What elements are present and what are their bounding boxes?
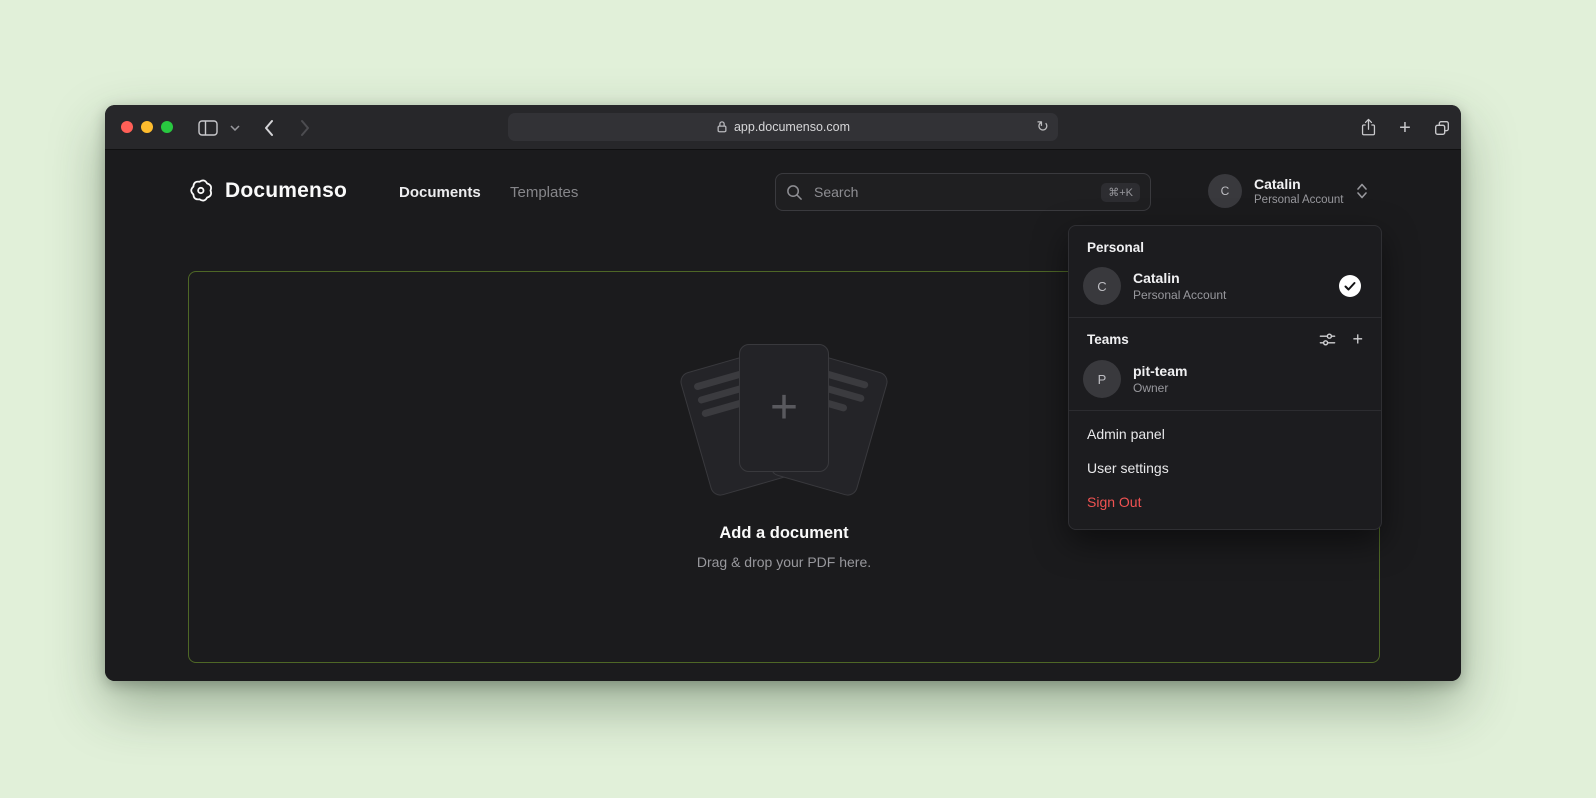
tab-overview-button[interactable] — [1428, 105, 1456, 150]
share-icon — [1360, 117, 1377, 138]
account-name: Catalin — [1254, 176, 1344, 193]
selected-check-icon — [1339, 275, 1361, 297]
plus-icon: + — [1352, 330, 1363, 348]
personal-account-item[interactable]: C Catalin Personal Account — [1069, 263, 1381, 317]
account-menu-button[interactable]: C Catalin Personal Account — [1208, 174, 1368, 208]
new-tab-button[interactable]: + — [1392, 105, 1418, 150]
document-card-center: + — [739, 344, 829, 472]
teams-section-label: Teams — [1087, 332, 1319, 347]
dropzone-content: + Add a document Drag & drop your PDF he… — [674, 338, 894, 570]
back-arrow-icon — [263, 119, 275, 137]
menu-item-admin-panel[interactable]: Admin panel — [1069, 417, 1381, 451]
documenso-app: Documenso Documents Templates ⌘+K C Cata… — [105, 150, 1461, 681]
sliders-icon — [1319, 331, 1336, 348]
browser-window: app.documenso.com ↻ + — [105, 105, 1461, 681]
avatar: C — [1208, 174, 1242, 208]
minimize-window-button[interactable] — [141, 121, 153, 133]
search-input[interactable] — [812, 183, 1092, 201]
chevron-down-icon — [230, 125, 240, 131]
dropdown-actions: Admin panel User settings Sign Out — [1069, 411, 1381, 523]
nav-item-documents[interactable]: Documents — [399, 184, 481, 201]
brand[interactable]: Documenso — [188, 177, 347, 204]
plus-icon: + — [1399, 118, 1411, 138]
lock-icon — [716, 120, 728, 134]
browser-toolbar: app.documenso.com ↻ + — [105, 105, 1461, 150]
documenso-logo-icon — [188, 177, 215, 204]
nav-item-templates[interactable]: Templates — [510, 184, 578, 201]
dropzone-subtitle: Drag & drop your PDF here. — [674, 554, 894, 570]
chevron-up-down-icon — [1356, 181, 1368, 201]
refresh-icon[interactable]: ↻ — [1036, 120, 1049, 135]
add-document-plus-icon: + — [770, 384, 798, 432]
zoom-window-button[interactable] — [161, 121, 173, 133]
search-icon — [786, 184, 803, 201]
search-box[interactable]: ⌘+K — [775, 173, 1151, 211]
personal-account-subtitle: Personal Account — [1133, 288, 1226, 302]
share-button[interactable] — [1355, 105, 1381, 150]
window-controls — [121, 121, 173, 133]
team-name: pit-team — [1133, 363, 1187, 380]
teams-section-header: Teams + — [1069, 318, 1381, 356]
personal-account-name: Catalin — [1133, 270, 1226, 287]
tab-group-dropdown-button[interactable] — [226, 105, 244, 150]
account-subtitle: Personal Account — [1254, 194, 1344, 206]
personal-section-label: Personal — [1069, 226, 1381, 263]
sidebar-toggle-button[interactable] — [195, 105, 221, 150]
team-avatar: P — [1083, 360, 1121, 398]
close-window-button[interactable] — [121, 121, 133, 133]
forward-arrow-icon — [299, 119, 311, 137]
address-bar[interactable]: app.documenso.com ↻ — [508, 113, 1058, 141]
sidebar-icon — [198, 120, 218, 136]
url-text: app.documenso.com — [734, 120, 850, 134]
menu-item-sign-out[interactable]: Sign Out — [1069, 485, 1381, 519]
avatar: C — [1083, 267, 1121, 305]
account-dropdown-menu: Personal C Catalin Personal Account Team… — [1068, 225, 1382, 530]
tabs-overview-icon — [1433, 119, 1451, 137]
dropzone-title: Add a document — [674, 524, 894, 543]
menu-item-user-settings[interactable]: User settings — [1069, 451, 1381, 485]
brand-name: Documenso — [225, 179, 347, 203]
create-team-button[interactable]: + — [1352, 330, 1363, 348]
manage-teams-button[interactable] — [1319, 331, 1336, 348]
back-button[interactable] — [257, 105, 281, 150]
search-shortcut-badge: ⌘+K — [1101, 183, 1140, 202]
team-role: Owner — [1133, 381, 1187, 395]
forward-button[interactable] — [293, 105, 317, 150]
team-item[interactable]: P pit-team Owner — [1069, 356, 1381, 410]
stacked-documents-illustration: + — [674, 338, 894, 506]
